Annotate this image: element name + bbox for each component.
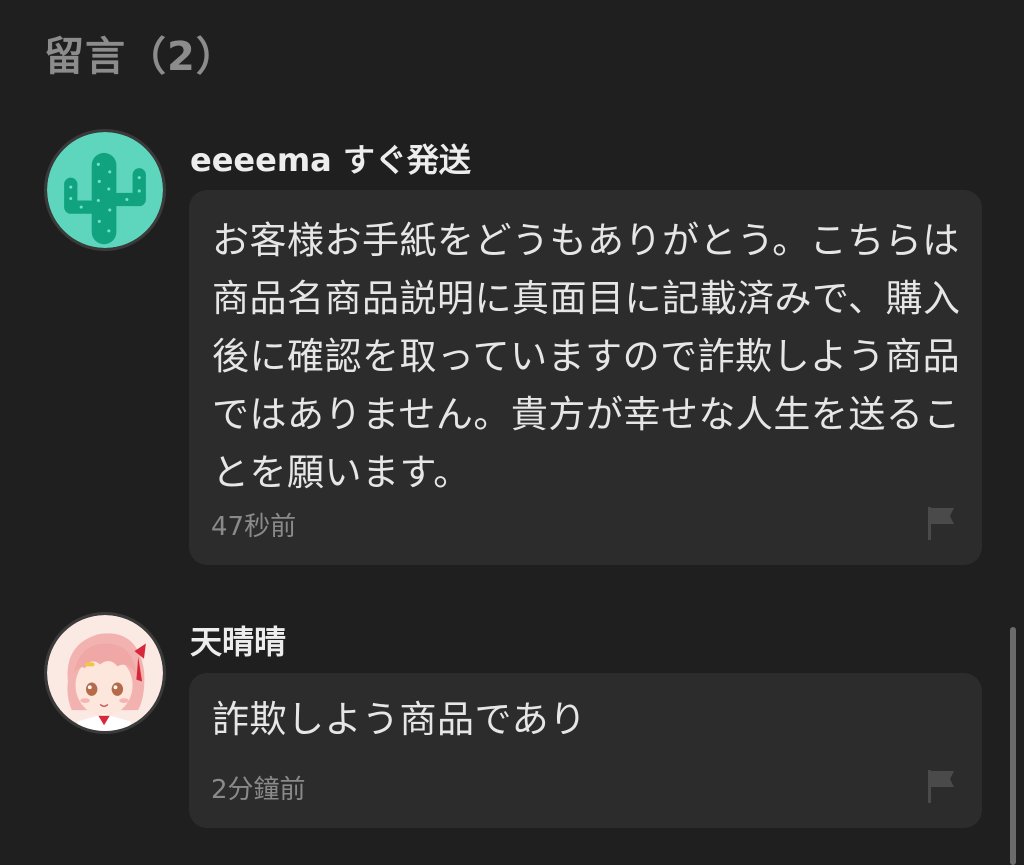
cactus-avatar-icon — [47, 132, 163, 248]
comment-text: お客様お手紙をどうもありがとう。こちらは商品名商品説明に真面目に記載済みで、購入… — [212, 219, 961, 494]
report-flag-icon[interactable] — [926, 768, 956, 804]
comment-text: 詐欺しよう商品であり — [212, 698, 587, 741]
report-flag-icon[interactable] — [926, 505, 956, 541]
comments-page: 留言（2） eeeema すぐ発送 お客様お手紙をどうもありがとう。こちらは商品… — [0, 0, 1024, 865]
user-avatar[interactable] — [44, 612, 166, 734]
comments-section-title: 留言（2） — [44, 34, 237, 80]
comment-timestamp: 2分鐘前 — [211, 775, 306, 805]
anime-girl-avatar-icon — [47, 615, 163, 731]
comment-username[interactable]: 天晴晴 — [190, 617, 286, 663]
comment-timestamp: 47秒前 — [211, 512, 297, 542]
scrollbar-thumb[interactable] — [1010, 627, 1016, 865]
comment-username[interactable]: eeeema すぐ発送 — [190, 135, 471, 181]
comment-bubble: お客様お手紙をどうもありがとう。こちらは商品名商品説明に真面目に記載済みで、購入… — [189, 190, 982, 565]
comment-bubble: 詐欺しよう商品であり 2分鐘前 — [189, 673, 982, 828]
user-avatar[interactable] — [44, 129, 166, 251]
